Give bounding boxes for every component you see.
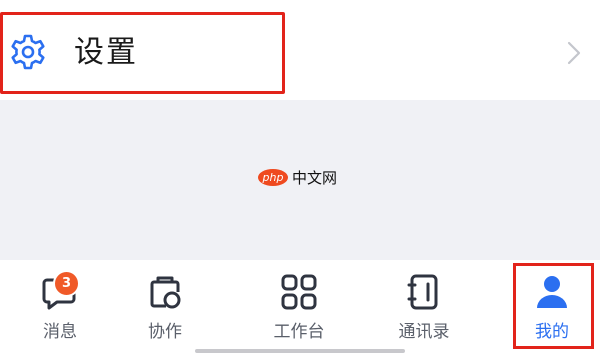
tab-label: 协作 xyxy=(148,322,182,342)
tab-label: 工作台 xyxy=(273,322,325,342)
home-indicator[interactable] xyxy=(195,349,405,353)
tab-collaboration[interactable]: 协作 xyxy=(105,260,225,353)
settings-row[interactable]: 设置 xyxy=(0,0,600,100)
tab-contacts[interactable]: 通讯录 xyxy=(364,260,484,353)
grid-icon xyxy=(281,274,317,310)
me-highlight-box xyxy=(513,263,594,349)
collaboration-icon xyxy=(150,276,181,309)
contacts-book-icon xyxy=(407,274,438,310)
settings-highlight-box xyxy=(0,12,285,94)
tab-messages[interactable]: 3 消息 xyxy=(0,260,120,353)
bottom-tab-bar: 3 消息 协作 工作台 通讯录 我的 xyxy=(0,260,600,353)
chevron-right-icon xyxy=(567,41,581,65)
tab-workbench[interactable]: 工作台 xyxy=(239,260,359,353)
tab-label: 通讯录 xyxy=(398,322,450,342)
tab-label: 消息 xyxy=(43,322,77,342)
watermark-text: 中文网 xyxy=(292,168,338,187)
watermark: php 中文网 xyxy=(258,167,337,187)
watermark-logo: php xyxy=(258,168,288,186)
unread-badge: 3 xyxy=(53,270,80,297)
